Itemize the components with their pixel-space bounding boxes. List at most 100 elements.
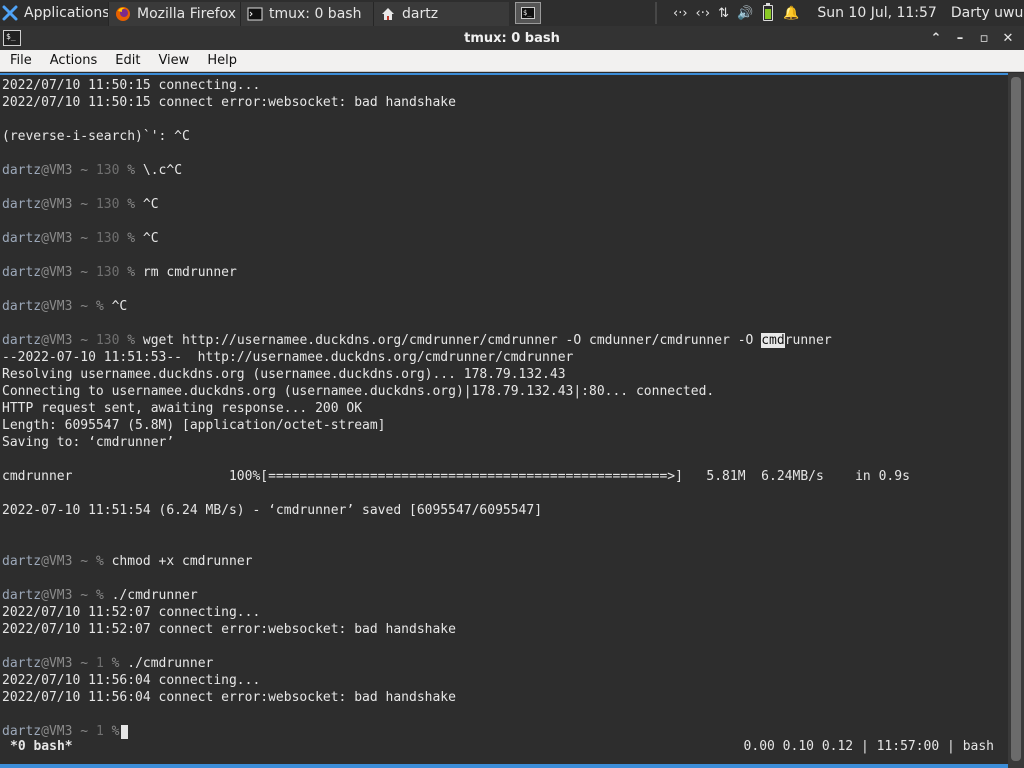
menu-edit[interactable]: Edit <box>105 53 148 68</box>
prompt-symbol: % <box>127 163 136 178</box>
taskbar-dartz-label: dartz <box>402 5 439 22</box>
prompt-host: @VM3 ~ <box>41 299 96 314</box>
prompt-host: @VM3 ~ <box>41 265 96 280</box>
menu-view[interactable]: View <box>148 53 197 68</box>
command-text: \.c^C <box>135 163 183 178</box>
system-tray: ‹·› ‹·› ⇅ 🔊 🔔 <box>669 0 803 26</box>
xfce-mouse-icon <box>2 5 18 21</box>
prompt-symbol: % <box>95 299 104 314</box>
prompt-user: dartz <box>2 333 42 348</box>
prompt-symbol: % <box>95 588 104 603</box>
prompt-line: dartz@VM3 ~ 130 % rm cmdrunner <box>2 264 1006 281</box>
prompt-user: dartz <box>2 163 42 178</box>
applications-menu-button[interactable]: Applications <box>0 0 108 26</box>
maximize-button[interactable]: ▫ <box>972 28 996 48</box>
terminal-scrollbar[interactable] <box>1008 73 1024 768</box>
battery-icon[interactable] <box>763 3 774 21</box>
volume-icon[interactable]: 🔊 <box>737 6 753 21</box>
terminal-line: Connecting to usernamee.duckdns.org (use… <box>2 384 715 399</box>
window-title: tmux: 0 bash <box>464 30 560 46</box>
prompt-line: dartz@VM3 ~ 130 % ^C <box>2 230 1006 247</box>
taskbar-dartz[interactable]: dartz <box>373 1 509 26</box>
command-text: ./cmdrunner <box>103 588 198 603</box>
exit-code: 130 <box>95 163 128 178</box>
taskbar-tmux-label: tmux: 0 bash <box>269 5 362 22</box>
notification-bell-icon[interactable]: 🔔 <box>783 6 799 21</box>
network-icon[interactable]: ‹·› <box>696 6 711 21</box>
command-text: rm cmdrunner <box>135 265 237 280</box>
terminal-view[interactable]: 2022/07/10 11:50:15 connecting... 2022/07… <box>0 73 1008 768</box>
terminal-line: 2022/07/10 11:50:15 connect error:websoc… <box>2 95 456 110</box>
minimize-button[interactable]: – <box>948 28 972 48</box>
tmux-status-right: 0.00 0.10 0.12 | 11:57:00 | bash <box>743 739 994 754</box>
command-text: ^C <box>135 197 159 212</box>
taskbar-tmux[interactable]: tmux: 0 bash <box>240 1 373 26</box>
exit-code: 130 <box>95 231 128 246</box>
show-terminal-button[interactable]: $_ <box>515 2 541 24</box>
transfer-arrows-icon[interactable]: ⇅ <box>718 6 729 21</box>
menu-help[interactable]: Help <box>197 53 245 68</box>
prompt-user: dartz <box>2 588 42 603</box>
terminal-line: 2022/07/10 11:50:15 connecting... <box>2 78 261 93</box>
taskbar-firefox[interactable]: Mozilla Firefox <box>108 1 240 26</box>
exit-code: 130 <box>95 333 128 348</box>
prompt-symbol: % <box>127 265 136 280</box>
terminal-line: cmdrunner 100%[=========================… <box>2 469 910 484</box>
terminal-line: Resolving usernamee.duckdns.org (usernam… <box>2 367 566 382</box>
taskbar-firefox-label: Mozilla Firefox <box>137 5 237 22</box>
terminal-line: (reverse-i-search)`': ^C <box>2 129 190 144</box>
prompt-line: dartz@VM3 ~ % ./cmdrunner <box>2 587 1006 604</box>
panel-clock[interactable]: Sun 10 Jul, 11:57 <box>817 5 937 21</box>
prompt-line: dartz@VM3 ~ % chmod +x cmdrunner <box>2 553 1006 570</box>
terminal-line: 2022/07/10 11:52:07 connect error:websoc… <box>2 622 456 637</box>
exit-code: 130 <box>95 265 128 280</box>
close-button[interactable]: ✕ <box>996 28 1020 48</box>
prompt-user: dartz <box>2 554 42 569</box>
terminal-line: 2022/07/10 11:56:04 connect error:websoc… <box>2 690 456 705</box>
prompt-host: @VM3 ~ <box>41 231 96 246</box>
prompt-host: @VM3 ~ <box>41 656 96 671</box>
terminal-bottom-border <box>0 764 1008 768</box>
shade-button[interactable]: ⌃ <box>924 28 948 48</box>
menu-actions[interactable]: Actions <box>40 53 106 68</box>
terminal-icon <box>247 6 263 22</box>
window-menu-icon[interactable]: $_ <box>3 30 21 46</box>
prompt-user: dartz <box>2 656 42 671</box>
terminal-line: Length: 6095547 (5.8M) [application/octe… <box>2 418 386 433</box>
command-text: ^C <box>135 231 159 246</box>
terminal-output: 2022/07/10 11:50:15 connecting... 2022/07… <box>2 77 1006 740</box>
window-titlebar[interactable]: $_ tmux: 0 bash ⌃ – ▫ ✕ <box>0 26 1024 50</box>
prompt-user: dartz <box>2 265 42 280</box>
command-text: runner <box>784 333 832 348</box>
terminal-line: --2022-07-10 11:51:53-- http://usernamee… <box>2 350 574 365</box>
prompt-line: dartz@VM3 ~ 130 % \.c^C <box>2 162 1006 179</box>
scrollbar-thumb[interactable] <box>1011 77 1021 761</box>
top-panel: Applications Mozilla Firefox tmux: 0 bas… <box>0 0 1024 26</box>
prompt-user: dartz <box>2 231 42 246</box>
menu-file[interactable]: File <box>0 53 40 68</box>
battery-level <box>765 9 772 19</box>
command-text: ^C <box>103 299 128 314</box>
exit-code: 130 <box>95 197 128 212</box>
command-text: chmod +x cmdrunner <box>103 554 253 569</box>
panel-user-menu[interactable]: Darty uwu <box>951 5 1024 21</box>
prompt-host: @VM3 ~ <box>41 554 96 569</box>
prompt-symbol: % <box>127 231 136 246</box>
panel-separator <box>655 2 657 24</box>
network-icon[interactable]: ‹·› <box>673 6 688 21</box>
prompt-host: @VM3 ~ <box>41 588 96 603</box>
prompt-symbol: % <box>95 554 104 569</box>
tmux-window-list[interactable]: *0 bash* <box>10 737 73 756</box>
